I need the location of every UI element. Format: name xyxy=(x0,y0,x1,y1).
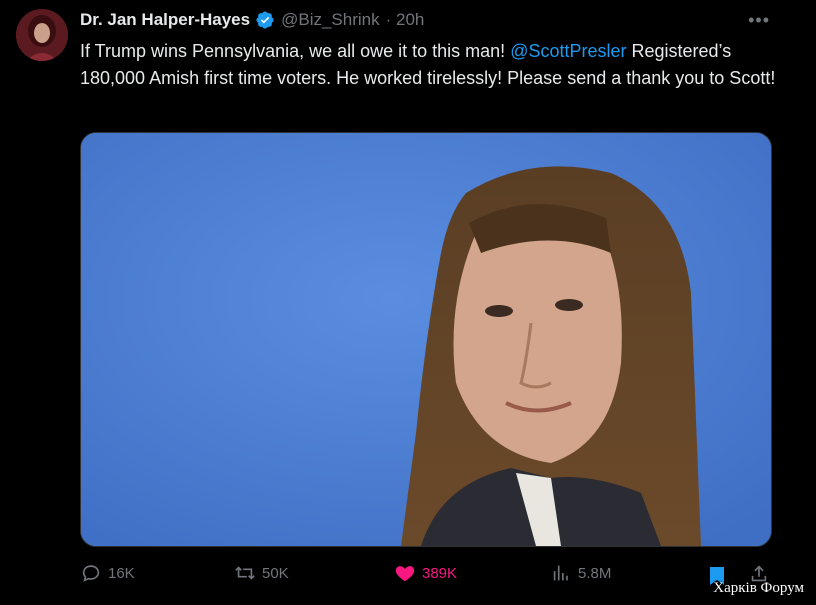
like-button[interactable]: 389K xyxy=(394,562,457,584)
author-handle[interactable]: @Biz_Shrink xyxy=(281,10,380,30)
repost-button[interactable]: 50K xyxy=(234,562,289,584)
tweet[interactable]: Dr. Jan Halper-Hayes @Biz_Shrink · 20h •… xyxy=(0,0,816,605)
tweet-text: If Trump wins Pennsylvania, we all owe i… xyxy=(80,38,780,91)
more-icon[interactable]: ••• xyxy=(748,10,770,31)
reply-count: 16K xyxy=(108,564,135,582)
heart-icon xyxy=(395,566,415,582)
like-count: 389K xyxy=(422,564,458,582)
repost-count: 50K xyxy=(262,564,289,582)
views-icon xyxy=(553,565,568,581)
avatar[interactable] xyxy=(16,9,68,61)
tweet-timestamp[interactable]: · 20h xyxy=(386,10,425,30)
verified-badge-icon xyxy=(256,11,274,29)
tweet-text-part1: If Trump wins Pennsylvania, we all owe i… xyxy=(80,41,511,61)
mention-link[interactable]: @ScottPresler xyxy=(510,41,626,61)
reply-button[interactable]: 16K xyxy=(80,562,135,584)
watermark: Харків Форум xyxy=(713,580,804,596)
tweet-media-image[interactable] xyxy=(80,132,772,547)
repost-icon xyxy=(235,566,255,580)
views-button[interactable]: 5.8M xyxy=(550,562,611,584)
action-bar: 16K 50K 389K 5.8M xyxy=(80,562,780,592)
tweet-header: Dr. Jan Halper-Hayes @Biz_Shrink · 20h xyxy=(80,9,424,31)
reply-icon xyxy=(82,565,100,582)
author-name[interactable]: Dr. Jan Halper-Hayes xyxy=(80,10,250,30)
views-count: 5.8M xyxy=(578,564,612,582)
